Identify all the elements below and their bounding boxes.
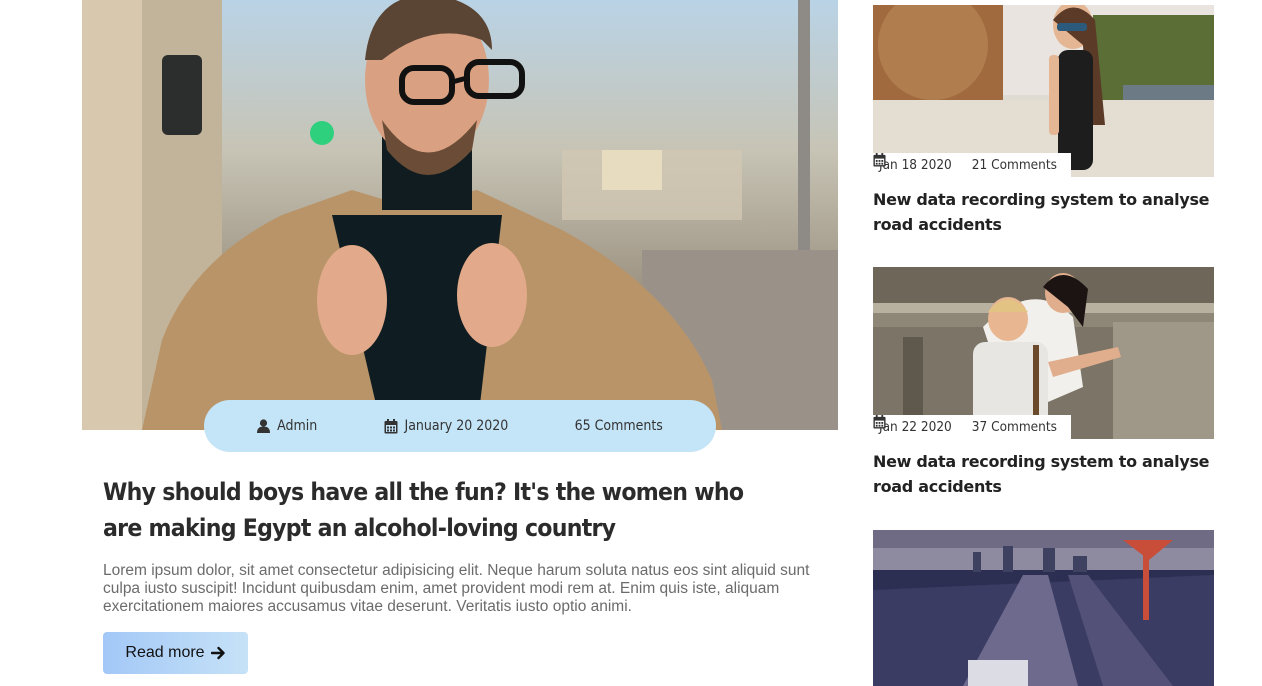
sidebar-post-meta: Jan 22 2020 37 Comments bbox=[873, 415, 1071, 439]
sidebar-post-meta: Jan 18 2020 21 Comments bbox=[873, 153, 1071, 177]
comment-count: 65 Comments bbox=[574, 418, 663, 434]
calendar-icon bbox=[384, 418, 397, 433]
sidebar-post-date: Jan 18 2020 bbox=[879, 157, 952, 173]
featured-post-meta: Admin January 20 2020 65 Comments bbox=[204, 400, 716, 452]
featured-post-title[interactable]: Why should boys have all the fun? It's t… bbox=[103, 474, 747, 546]
sidebar-post-image[interactable] bbox=[873, 530, 1214, 686]
sidebar-post-image[interactable]: Jan 18 2020 21 Comments bbox=[873, 5, 1214, 177]
sidebar-comment-count[interactable]: 21 Comments bbox=[972, 157, 1057, 173]
date-meta[interactable]: January 20 2020 bbox=[384, 418, 509, 434]
post-date: January 20 2020 bbox=[404, 418, 509, 434]
user-icon bbox=[257, 419, 271, 433]
sidebar-post bbox=[873, 530, 1214, 686]
sidebar-date-meta[interactable]: Jan 22 2020 bbox=[873, 415, 952, 435]
calendar-icon bbox=[873, 415, 886, 429]
sidebar-post-title[interactable]: New data recording system to analyse roa… bbox=[873, 449, 1214, 499]
arrow-right-icon bbox=[210, 646, 225, 660]
featured-post-image[interactable] bbox=[82, 0, 838, 430]
featured-post-excerpt: Lorem ipsum dolor, sit amet consectetur … bbox=[103, 562, 810, 615]
read-more-button[interactable]: Read more bbox=[103, 632, 248, 674]
sidebar-post: Jan 22 2020 37 Comments New data recordi… bbox=[873, 267, 1214, 499]
sidebar-post: Jan 18 2020 21 Comments New data recordi… bbox=[873, 5, 1214, 237]
author-meta[interactable]: Admin bbox=[257, 418, 317, 434]
read-more-label: Read more bbox=[125, 644, 205, 661]
sidebar-date-meta[interactable]: Jan 18 2020 bbox=[873, 153, 952, 173]
sidebar-comment-count[interactable]: 37 Comments bbox=[972, 419, 1057, 435]
author-name: Admin bbox=[277, 418, 318, 434]
sidebar-post-title[interactable]: New data recording system to analyse roa… bbox=[873, 187, 1214, 237]
calendar-icon bbox=[873, 153, 886, 167]
sidebar-post-image[interactable]: Jan 22 2020 37 Comments bbox=[873, 267, 1214, 439]
sidebar-post-date: Jan 22 2020 bbox=[879, 419, 952, 435]
comments-meta[interactable]: 65 Comments bbox=[575, 418, 663, 434]
